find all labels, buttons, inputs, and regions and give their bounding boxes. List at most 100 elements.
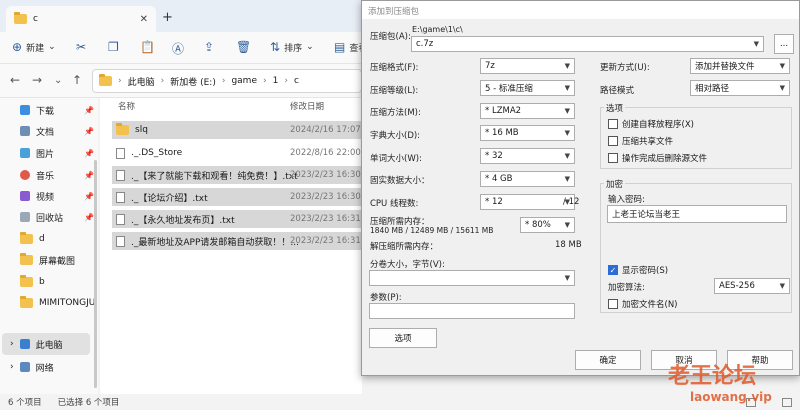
word-combo[interactable]: * 32 ▼ — [480, 148, 575, 164]
cpu-label: CPU 线程数: — [370, 199, 419, 209]
chevron-down-icon: ▼ — [564, 62, 570, 70]
close-tab-icon[interactable]: ✕ — [140, 14, 148, 25]
solid-label: 固实数据大小： — [370, 176, 430, 186]
sidebar-item-this-pc[interactable]: › 此电脑 — [10, 335, 63, 353]
sidebar-item-downloads[interactable]: 下载 📌 — [20, 101, 94, 119]
pin-icon: 📌 — [84, 105, 94, 115]
list-item[interactable]: ._最新地址及APP请发邮箱自动获取！！... 2023/2/23 16:31 — [112, 232, 362, 250]
share-button[interactable]: ⇪ — [204, 40, 214, 54]
sidebar-item-videos[interactable]: 视频 📌 — [20, 187, 94, 205]
folder-icon — [20, 253, 33, 265]
chevron-down-icon: ▼ — [564, 84, 570, 92]
params-input[interactable] — [369, 303, 575, 319]
split-combo[interactable]: ▼ — [369, 270, 575, 286]
sidebar-scrollbar[interactable] — [94, 160, 97, 388]
file-icon — [116, 169, 125, 181]
list-item[interactable]: ._【论坛介绍】.txt 2023/2/23 16:30 — [112, 188, 362, 206]
chevron-down-icon: ▼ — [564, 152, 570, 160]
file-icon — [116, 213, 125, 225]
sidebar-item-d[interactable]: d — [20, 230, 45, 248]
sidebar-item-mimitongju[interactable]: MIMITONGJU — [20, 294, 95, 312]
level-combo[interactable]: 5 - 标准压缩 ▼ — [480, 80, 575, 96]
breadcrumb-game[interactable]: game — [231, 76, 257, 86]
password-input[interactable]: 上老王论坛当老王 — [607, 205, 787, 223]
ok-button[interactable]: 确定 — [575, 350, 641, 370]
format-combo[interactable]: 7z ▼ — [480, 58, 575, 74]
list-item[interactable]: slq 2024/2/16 17:07 — [112, 121, 362, 139]
format-label: 压缩格式(F): — [370, 63, 419, 73]
chevron-down-icon: ▼ — [564, 175, 570, 183]
dict-combo[interactable]: * 16 MB ▼ — [480, 125, 575, 141]
options-button[interactable]: 选项 — [369, 328, 437, 348]
cpu-combo[interactable]: * 12 ▼ — [480, 194, 575, 210]
pin-icon: 📌 — [84, 191, 94, 201]
expand-chevron-icon[interactable]: › — [10, 339, 14, 349]
encrypt-names-checkbox[interactable]: 加密文件名(N) — [608, 298, 678, 310]
sidebar-item-pictures[interactable]: 图片 📌 — [20, 144, 94, 162]
tab-c[interactable]: c ✕ — [6, 6, 156, 32]
plus-circle-icon: ⊕ — [12, 40, 23, 54]
scissors-icon: ✂ — [76, 40, 87, 54]
sort-button[interactable]: ⇅ 排序 ⌄ — [270, 40, 314, 54]
copy-button[interactable]: ❐ — [108, 40, 119, 54]
folder-icon — [20, 296, 33, 308]
archive-label: 压缩包(A): — [370, 32, 411, 42]
up-arrow-icon[interactable]: ↑ — [72, 73, 82, 87]
recent-chevron-icon[interactable]: ⌄ — [54, 75, 62, 86]
path-mode-combo[interactable]: 相对路径 ▼ — [690, 80, 790, 96]
options-group-title: 选项 — [604, 102, 626, 114]
encryption-method-label: 加密算法: — [608, 283, 645, 293]
browse-button[interactable]: ... — [774, 34, 794, 54]
show-password-checkbox[interactable]: ✓ 显示密码(S) — [608, 264, 668, 276]
list-item[interactable]: ._.DS_Store 2022/8/16 22:00 — [112, 144, 362, 162]
column-header-date[interactable]: 修改日期 — [290, 100, 324, 112]
address-bar[interactable]: › 此电脑 › 新加卷 (E:) › game › 1 › c — [92, 69, 362, 93]
sidebar-item-screenshots[interactable]: 屏幕截图 — [20, 251, 75, 269]
chevron-down-icon: ▼ — [564, 221, 570, 229]
watermark-url: laowang.vip — [690, 390, 772, 404]
breadcrumb-1[interactable]: 1 — [273, 76, 279, 86]
list-item[interactable]: ._【来了就能下载和观看！纯免费！】.txt 2023/2/23 16:30 — [112, 166, 362, 184]
file-icon — [116, 235, 125, 247]
shared-checkbox[interactable]: 压缩共享文件 — [608, 135, 673, 147]
picture-icon — [20, 148, 30, 158]
mem-percent-combo[interactable]: * 80% ▼ — [520, 217, 575, 233]
sidebar-item-documents[interactable]: 文档 📌 — [20, 122, 94, 140]
delete-after-checkbox[interactable]: 操作完成后删除源文件 — [608, 152, 707, 164]
tiles-view-icon[interactable] — [782, 397, 792, 407]
encryption-method-combo[interactable]: AES-256 ▼ — [714, 278, 790, 294]
archive-name-combo[interactable]: c.7z ▼ — [411, 36, 764, 52]
file-icon — [116, 191, 125, 203]
sfx-checkbox[interactable]: 创建自释放程序(X) — [608, 118, 694, 130]
forward-arrow-icon[interactable]: → — [32, 73, 42, 87]
breadcrumb-this-pc[interactable]: 此电脑 — [128, 75, 155, 88]
expand-chevron-icon[interactable]: › — [10, 362, 14, 372]
chevron-down-icon: ▼ — [753, 40, 759, 48]
delete-button[interactable]: 🗑 — [236, 40, 251, 54]
video-icon — [20, 191, 30, 201]
rename-button[interactable]: Ⓐ — [172, 40, 184, 57]
folder-icon — [116, 123, 129, 135]
sort-icon: ⇅ — [270, 40, 281, 54]
breadcrumb-c[interactable]: c — [294, 76, 299, 86]
pin-icon: 📌 — [84, 170, 94, 180]
chevron-down-icon: ▼ — [779, 62, 785, 70]
update-label: 更新方式(U): — [600, 63, 650, 73]
sidebar-item-music[interactable]: 音乐 📌 — [20, 166, 94, 184]
sidebar-item-network[interactable]: › 网络 — [10, 358, 54, 376]
paste-button[interactable]: 📋 — [140, 40, 155, 54]
solid-combo[interactable]: * 4 GB ▼ — [480, 171, 575, 187]
sidebar-item-recycle-bin[interactable]: 回收站 📌 — [20, 208, 94, 226]
back-arrow-icon[interactable]: ← — [10, 73, 20, 87]
cut-button[interactable]: ✂ — [76, 40, 86, 54]
column-header-name[interactable]: 名称 — [118, 100, 135, 112]
new-tab-icon[interactable]: + — [162, 10, 173, 25]
update-combo[interactable]: 添加并替换文件 ▼ — [690, 58, 790, 74]
cpu-max: / 12 — [563, 197, 580, 207]
sidebar-item-b[interactable]: b — [20, 273, 45, 291]
list-item[interactable]: ._【永久地址发布页】.txt 2023/2/23 16:31 — [112, 210, 362, 228]
breadcrumb-drive[interactable]: 新加卷 (E:) — [170, 75, 216, 88]
document-icon — [20, 126, 30, 136]
new-button[interactable]: ⊕ 新建 ⌄ — [12, 40, 56, 54]
method-combo[interactable]: * LZMA2 ▼ — [480, 103, 575, 119]
